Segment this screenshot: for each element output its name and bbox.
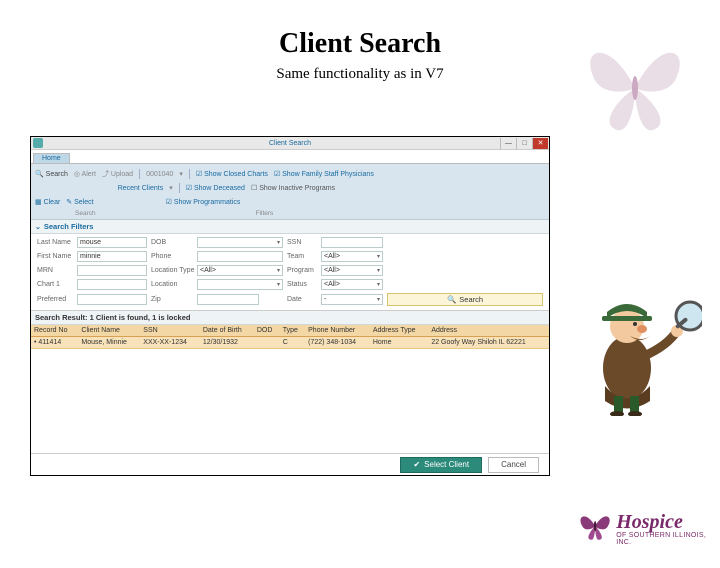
col-phone[interactable]: Phone Number xyxy=(305,325,370,337)
program-label: Program xyxy=(287,267,317,274)
search-icon: 🔍 xyxy=(447,295,456,304)
ribbon-toolbar: 🔍 Search ◎ Alert ⤴ Upload 0001040 ▾ ☑ Sh… xyxy=(31,164,549,220)
col-client-name[interactable]: Client Name xyxy=(78,325,140,337)
check-icon: ✔ xyxy=(413,460,420,469)
mrn-label: MRN xyxy=(37,267,73,274)
minimize-button[interactable]: — xyxy=(500,138,516,149)
show-deceased-checkbox[interactable]: ☑ Show Deceased xyxy=(186,184,245,192)
col-dod[interactable]: DOD xyxy=(254,325,280,337)
butterfly-decoration xyxy=(560,28,710,148)
show-closed-checkbox[interactable]: ☑ Show Closed Charts xyxy=(196,170,268,178)
results-header-row: Record No Client Name SSN Date of Birth … xyxy=(31,325,549,337)
alert-action[interactable]: ◎ Alert xyxy=(74,170,96,178)
date-label: Date xyxy=(287,296,317,303)
butterfly-icon xyxy=(578,509,612,549)
location-type-label: Location Type xyxy=(151,267,193,274)
ribbon-group-filters: Filters xyxy=(256,210,274,217)
search-button[interactable]: 🔍 Search xyxy=(387,293,543,306)
results-table: Record No Client Name SSN Date of Birth … xyxy=(31,325,549,349)
col-type[interactable]: Type xyxy=(280,325,305,337)
col-dob[interactable]: Date of Birth xyxy=(200,325,254,337)
select-action[interactable]: ✎ Select xyxy=(66,198,93,206)
close-button[interactable]: ✕ xyxy=(532,138,548,149)
zip-label: Zip xyxy=(151,296,193,303)
zip-input[interactable] xyxy=(197,294,259,305)
dialog-footer: ✔ Select Client Cancel xyxy=(31,453,549,475)
window-title: Client Search xyxy=(269,140,311,147)
maximize-button[interactable]: □ xyxy=(516,138,532,149)
team-select[interactable]: <All> xyxy=(321,251,383,262)
date-input[interactable]: - xyxy=(321,294,383,305)
location-label: Location xyxy=(151,281,193,288)
window-titlebar: Client Search — □ ✕ xyxy=(31,137,549,150)
dob-input[interactable] xyxy=(197,237,283,248)
program-select[interactable]: <All> xyxy=(321,265,383,276)
last-name-input[interactable]: mouse xyxy=(77,237,147,248)
ssn-label: SSN xyxy=(287,239,317,246)
clear-action[interactable]: ▦ Clear xyxy=(35,198,60,206)
separator xyxy=(139,169,140,179)
chart1-label: Chart 1 xyxy=(37,281,73,288)
ssn-input[interactable] xyxy=(321,237,383,248)
col-address-type[interactable]: Address Type xyxy=(370,325,428,337)
mrn-input[interactable] xyxy=(77,265,147,276)
phone-label: Phone xyxy=(151,253,193,260)
hospice-logo: Hospice OF SOUTHERN ILLINOIS, INC. xyxy=(578,500,708,558)
client-search-window: Client Search — □ ✕ Home 🔍 Search ◎ Aler… xyxy=(30,136,550,476)
show-inactive-checkbox[interactable]: ☐ Show Inactive Programs xyxy=(251,184,335,192)
col-record-no[interactable]: Record No xyxy=(31,325,78,337)
status-label: Status xyxy=(287,281,317,288)
search-icon: 🔍 xyxy=(35,171,44,178)
location-type-select[interactable]: <All> xyxy=(197,265,283,276)
logo-title: Hospice xyxy=(616,512,708,532)
preferred-label: Preferred xyxy=(37,296,73,303)
location-select[interactable] xyxy=(197,279,283,290)
chevron-down-icon: ⌄ xyxy=(35,223,41,231)
show-programmatics-checkbox[interactable]: ☑ Show Programmatics xyxy=(166,198,241,206)
window-controls: — □ ✕ xyxy=(500,138,548,149)
recent-clients-action[interactable]: Recent Clients xyxy=(118,185,164,192)
filters-header[interactable]: ⌄ Search Filters xyxy=(31,220,549,234)
table-row[interactable]: • 411414 Mouse, Minnie XXX-XX-1234 12/30… xyxy=(31,337,549,349)
detective-clipart xyxy=(572,276,702,416)
select-client-button[interactable]: ✔ Select Client xyxy=(400,457,482,473)
upload-action[interactable]: ⤴ Upload xyxy=(102,169,133,179)
filters-panel: Last Name mouse DOB SSN First Name minni… xyxy=(31,234,549,311)
cancel-button[interactable]: Cancel xyxy=(488,457,539,473)
first-name-label: First Name xyxy=(37,253,73,260)
team-label: Team xyxy=(287,253,317,260)
ribbon-group-search: Search xyxy=(75,210,96,217)
app-icon xyxy=(33,138,43,148)
tab-home[interactable]: Home xyxy=(33,153,70,163)
search-action[interactable]: 🔍 Search xyxy=(35,170,68,178)
chart1-input[interactable] xyxy=(77,279,147,290)
results-empty-area xyxy=(31,349,549,464)
col-address[interactable]: Address xyxy=(428,325,549,337)
phone-input[interactable] xyxy=(197,251,283,262)
last-name-label: Last Name xyxy=(37,239,73,246)
separator xyxy=(189,169,190,179)
first-name-input[interactable]: minnie xyxy=(77,251,147,262)
status-select[interactable]: <All> xyxy=(321,279,383,290)
preferred-input[interactable] xyxy=(77,294,147,305)
show-family-checkbox[interactable]: ☑ Show Family Staff Physicians xyxy=(274,170,374,178)
logo-subtitle: OF SOUTHERN ILLINOIS, INC. xyxy=(616,532,708,546)
results-summary: Search Result: 1 Client is found, 1 is l… xyxy=(31,311,549,325)
col-ssn[interactable]: SSN xyxy=(140,325,200,337)
ribbon-tabs: Home xyxy=(31,150,549,164)
dob-label: DOB xyxy=(151,239,193,246)
id-field[interactable]: 0001040 xyxy=(146,171,173,178)
